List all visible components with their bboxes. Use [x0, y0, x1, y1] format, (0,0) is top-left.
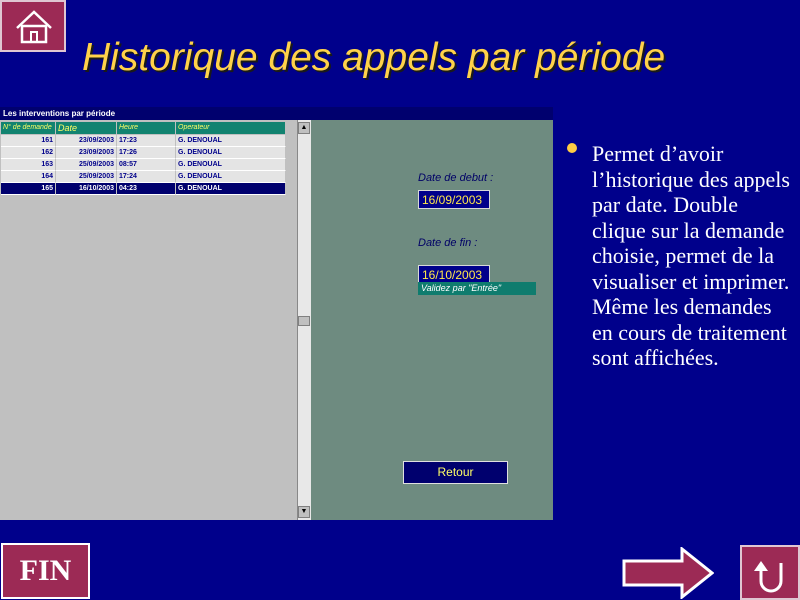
- retour-button[interactable]: Retour: [403, 461, 508, 484]
- cell-date: 23/09/2003: [56, 135, 117, 147]
- col-header-num[interactable]: N° de demande: [1, 122, 56, 134]
- arrow-right-icon[interactable]: [622, 547, 714, 599]
- cell-date: 25/09/2003: [56, 159, 117, 171]
- validate-hint: Validez par "Entrée": [418, 282, 536, 295]
- scroll-thumb[interactable]: [298, 316, 310, 326]
- cell-operateur: G. DENOUAL: [176, 159, 286, 171]
- cell-operateur: G. DENOUAL: [176, 171, 286, 183]
- return-icon: [754, 561, 783, 593]
- cell-num: 164: [1, 171, 56, 183]
- grid-header: N° de demande Date Heure Operateur: [1, 122, 286, 134]
- col-header-date[interactable]: Date: [56, 122, 117, 134]
- cell-operateur: G. DENOUAL: [176, 183, 286, 195]
- return-button[interactable]: [740, 545, 800, 600]
- scroll-up-icon[interactable]: ▲: [298, 122, 310, 134]
- fin-button[interactable]: FIN: [1, 543, 90, 599]
- grid-scrollbar[interactable]: ▲ ▼: [297, 120, 311, 520]
- cell-num: 162: [1, 147, 56, 159]
- table-row[interactable]: 164 25/09/2003 17:24 G. DENOUAL: [1, 171, 286, 183]
- home-icon: [16, 10, 52, 44]
- cell-heure: 17:24: [117, 171, 176, 183]
- cell-heure: 04:23: [117, 183, 176, 195]
- col-header-heure[interactable]: Heure: [117, 122, 176, 134]
- end-date-label: Date de fin :: [418, 237, 478, 249]
- cell-date: 16/10/2003: [56, 183, 117, 195]
- slide-title: Historique des appels par période: [82, 36, 666, 79]
- cell-num: 161: [1, 135, 56, 147]
- start-date-input[interactable]: 16/09/2003: [418, 190, 490, 209]
- description-text: Permet d’avoir l’historique des appels p…: [592, 141, 790, 370]
- start-date-label: Date de debut :: [418, 172, 494, 184]
- table-row[interactable]: 162 23/09/2003 17:26 G. DENOUAL: [1, 147, 286, 159]
- table-row[interactable]: 161 23/09/2003 17:23 G. DENOUAL: [1, 135, 286, 147]
- table-row[interactable]: 163 25/09/2003 08:57 G. DENOUAL: [1, 159, 286, 171]
- cell-num: 163: [1, 159, 56, 171]
- cell-date: 23/09/2003: [56, 147, 117, 159]
- cell-num: 165: [1, 183, 56, 195]
- date-filter-panel: Date de debut : 16/09/2003 Date de fin :…: [311, 120, 553, 520]
- interventions-grid: N° de demande Date Heure Operateur 161 2…: [0, 120, 297, 520]
- cell-heure: 17:26: [117, 147, 176, 159]
- scroll-down-icon[interactable]: ▼: [298, 506, 310, 518]
- cell-operateur: G. DENOUAL: [176, 135, 286, 147]
- bullet-icon: [567, 143, 577, 153]
- cell-heure: 08:57: [117, 159, 176, 171]
- home-button[interactable]: [0, 0, 66, 52]
- window-title: Les interventions par période: [0, 107, 553, 120]
- cell-heure: 17:23: [117, 135, 176, 147]
- cell-operateur: G. DENOUAL: [176, 147, 286, 159]
- cell-date: 25/09/2003: [56, 171, 117, 183]
- table-row-selected[interactable]: 165 16/10/2003 04:23 G. DENOUAL: [1, 183, 286, 195]
- app-window: Les interventions par période N° de dema…: [0, 107, 553, 520]
- col-header-operateur[interactable]: Operateur: [176, 122, 286, 134]
